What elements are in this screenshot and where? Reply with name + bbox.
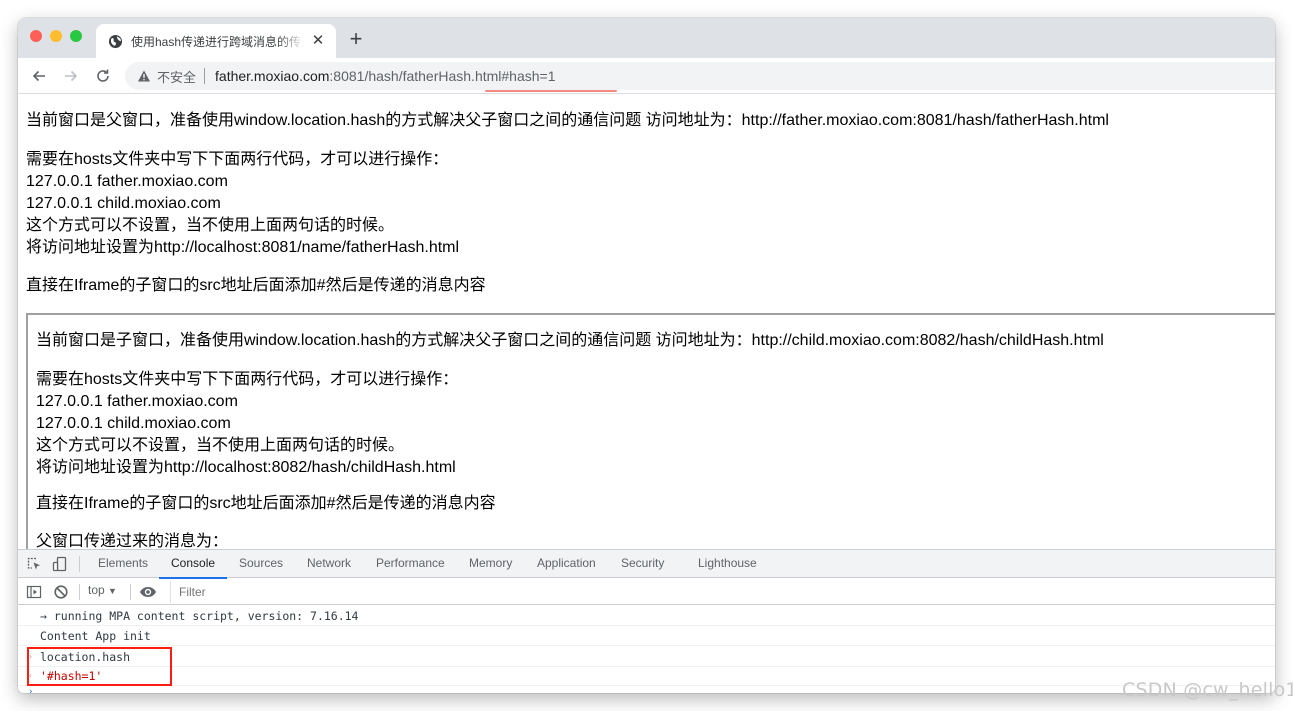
eye-icon[interactable] <box>139 584 157 600</box>
forward-button[interactable] <box>60 65 82 87</box>
security-status[interactable]: 不安全 <box>157 67 196 86</box>
omnibox-divider <box>204 68 206 84</box>
console-toolbar: top ▼ <box>18 579 1275 605</box>
warning-icon <box>138 70 150 82</box>
clear-console-icon[interactable] <box>53 584 69 600</box>
close-window-button[interactable] <box>30 30 42 42</box>
console-log-line: → running MPA content script, version: 7… <box>18 606 1275 626</box>
parent-intro: 当前窗口是父窗口，准备使用window.location.hash的方式解决父子… <box>26 112 1109 129</box>
result-chevron-icon: ‹ <box>28 671 33 680</box>
page-viewport: 当前窗口是父窗口，准备使用window.location.hash的方式解决父子… <box>18 95 1275 549</box>
hosts-line: 需要在hosts文件夹中写下下面两行代码，才可以进行操作： <box>26 151 449 168</box>
console-filter-input[interactable] <box>170 581 1275 603</box>
devtools-tab-sources[interactable]: Sources <box>239 550 283 578</box>
child-intro: 当前窗口是子窗口，准备使用window.location.hash的方式解决父子… <box>36 332 1104 349</box>
hosts-line: 127.0.0.1 child.moxiao.com <box>26 195 221 212</box>
hosts-line: 这个方式可以不设置，当不使用上面两句话的时候。 <box>36 437 405 454</box>
reload-button[interactable] <box>92 65 114 87</box>
console-input-line: › location.hash <box>18 647 1275 667</box>
devtools-tabbar: Elements Console Sources Network Perform… <box>18 550 1275 579</box>
devtools-tab-console[interactable]: Console <box>158 550 228 579</box>
hosts-line: 将访问地址设置为http://localhost:8081/name/fathe… <box>26 239 460 256</box>
devtools-tab-lighthouse[interactable]: Lighthouse <box>698 550 757 578</box>
console-log-line: Content App init <box>18 626 1275 646</box>
context-value: top <box>88 583 105 597</box>
minimize-window-button[interactable] <box>50 30 62 42</box>
toolbar-divider <box>130 584 131 600</box>
devtools-tab-application[interactable]: Application <box>537 550 596 578</box>
parent-hosts-block: 需要在hosts文件夹中写下下面两行代码，才可以进行操作： 127.0.0.1 … <box>26 149 459 259</box>
maximize-window-button[interactable] <box>70 30 82 42</box>
console-output: → running MPA content script, version: 7… <box>18 606 1275 693</box>
console-prompt-icon[interactable]: › <box>28 687 33 693</box>
browser-toolbar: 不安全 father.moxiao.com:8081/hash/fatherHa… <box>18 58 1275 94</box>
url-hash-underline <box>485 90 617 92</box>
input-chevron-icon: › <box>28 652 33 661</box>
child-iframe[interactable]: 当前窗口是子窗口，准备使用window.location.hash的方式解决父子… <box>26 313 1275 549</box>
close-tab-icon[interactable]: ✕ <box>310 33 326 49</box>
globe-icon <box>108 34 123 48</box>
context-selector[interactable]: top ▼ <box>88 583 117 597</box>
browser-window: 使用hash传递进行跨域消息的传递 ✕ + 不安全 father.moxiao.… <box>18 18 1275 693</box>
tab-title: 使用hash传递进行跨域消息的传递 <box>131 34 304 49</box>
reload-icon <box>97 69 109 82</box>
sidebar-toggle-icon[interactable] <box>26 584 42 600</box>
devtools-tab-performance[interactable]: Performance <box>376 550 445 578</box>
devtools-tab-network[interactable]: Network <box>307 550 351 578</box>
hosts-line: 127.0.0.1 child.moxiao.com <box>36 415 231 432</box>
parent-instruction: 直接在Iframe的子窗口的src地址后面添加#然后是传递的消息内容 <box>26 277 486 294</box>
hosts-line: 这个方式可以不设置，当不使用上面两句话的时候。 <box>26 217 395 234</box>
arrow-left-icon <box>32 70 45 82</box>
devtools-tab-elements[interactable]: Elements <box>98 550 148 578</box>
toolbar-divider <box>79 584 80 600</box>
watermark: CSDN @cw_hello1 <box>1122 679 1293 701</box>
tab-strip: 使用hash传递进行跨域消息的传递 ✕ + <box>18 18 1275 58</box>
console-result-line: ‹ '#hash=1' <box>18 666 1275 686</box>
address-bar[interactable]: 不安全 father.moxiao.com:8081/hash/fatherHa… <box>125 62 1275 90</box>
hosts-line: 127.0.0.1 father.moxiao.com <box>36 393 238 410</box>
child-hosts-block: 需要在hosts文件夹中写下下面两行代码，才可以进行操作： 127.0.0.1 … <box>36 369 458 479</box>
hosts-line: 需要在hosts文件夹中写下下面两行代码，才可以进行操作： <box>36 371 459 388</box>
devtools-tab-memory[interactable]: Memory <box>469 550 512 578</box>
url-path: :8081/hash/fatherHash.html#hash=1 <box>329 68 556 84</box>
dropdown-arrow-icon: ▼ <box>108 586 117 596</box>
arrow-right-icon <box>65 70 78 82</box>
back-button[interactable] <box>28 65 50 87</box>
hosts-line: 将访问地址设置为http://localhost:8082/hash/child… <box>36 459 456 476</box>
device-toolbar-icon[interactable] <box>52 556 68 572</box>
url-host: father.moxiao.com <box>215 68 330 84</box>
inspect-element-icon[interactable] <box>26 556 42 572</box>
toolbar-divider <box>79 556 80 572</box>
devtools-panel: Elements Console Sources Network Perform… <box>18 549 1275 693</box>
new-tab-button[interactable]: + <box>344 28 368 52</box>
url-text[interactable]: father.moxiao.com:8081/hash/fatherHash.h… <box>215 68 556 84</box>
child-message-label: 父窗口传递过来的消息为： <box>36 533 229 549</box>
hosts-line: 127.0.0.1 father.moxiao.com <box>26 173 228 190</box>
browser-tab[interactable]: 使用hash传递进行跨域消息的传递 ✕ <box>96 24 336 58</box>
child-instruction: 直接在Iframe的子窗口的src地址后面添加#然后是传递的消息内容 <box>36 495 496 512</box>
devtools-tab-security[interactable]: Security <box>621 550 664 578</box>
